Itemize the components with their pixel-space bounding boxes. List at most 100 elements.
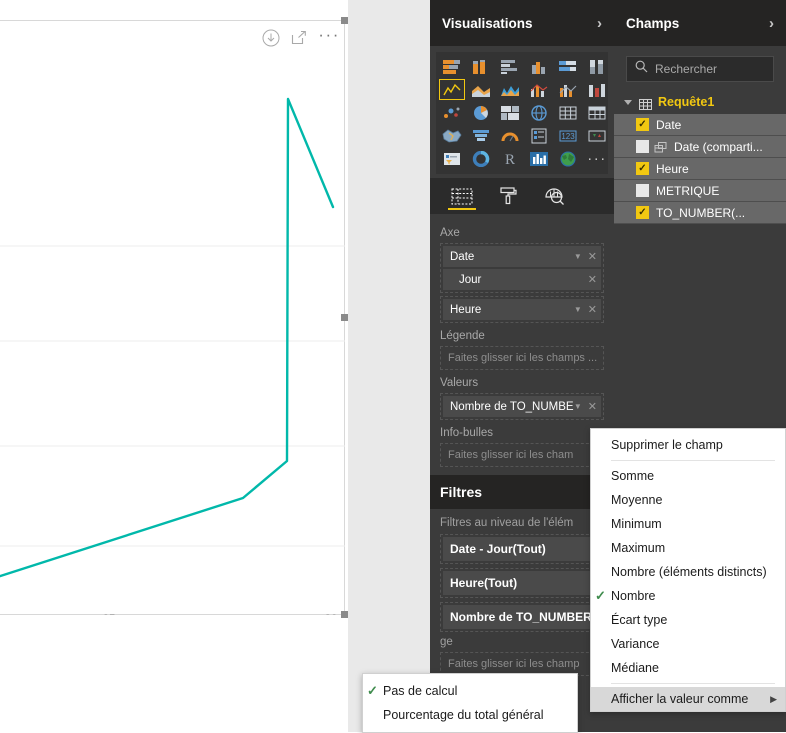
submenu-item-pourcentage-du-total-general[interactable]: Pourcentage du total général bbox=[363, 703, 577, 727]
infobulles-well-label: Info-bulles bbox=[440, 427, 494, 439]
table-visual-icon[interactable] bbox=[555, 102, 581, 123]
menu-item-maximum[interactable]: Maximum bbox=[591, 536, 785, 560]
remove-field-icon[interactable]: ✕ bbox=[588, 273, 597, 286]
arcgis-map-visual-icon[interactable] bbox=[555, 148, 581, 169]
menu-item-ecart-type[interactable]: Écart type bbox=[591, 608, 785, 632]
menu-item-supprimer-le-champ[interactable]: Supprimer le champ bbox=[591, 433, 785, 457]
search-box[interactable] bbox=[626, 56, 774, 82]
chevron-down-icon[interactable]: ▼ bbox=[574, 252, 582, 261]
expand-triangle-icon[interactable] bbox=[624, 99, 632, 105]
tab-format[interactable] bbox=[496, 181, 520, 211]
filtre-item[interactable]: Date - Jour(Tout) bbox=[440, 534, 604, 564]
chevron-down-icon[interactable]: ▼ bbox=[574, 305, 582, 314]
infobulles-drop-placeholder[interactable]: Faites glisser ici les cham bbox=[440, 443, 604, 467]
valeurs-well[interactable]: Nombre de TO_NUMBE ▼ ✕ bbox=[440, 393, 604, 420]
filtre-chip[interactable]: Nombre de TO_NUMBER bbox=[443, 605, 601, 629]
axe-well[interactable]: Date ▼ ✕ Jour ✕ bbox=[440, 243, 604, 293]
funnel-chart-icon[interactable] bbox=[468, 125, 494, 146]
line-chart-visual[interactable]: ··· 25 30 bbox=[0, 17, 348, 618]
filtre-chip[interactable]: Heure(Tout) bbox=[443, 571, 601, 595]
hierarchy-icon bbox=[654, 141, 667, 153]
ribbon-chart-icon[interactable] bbox=[584, 79, 610, 100]
field-checkbox[interactable]: ✓ bbox=[636, 206, 649, 219]
100-percent-stacked-column-chart-icon[interactable] bbox=[584, 56, 610, 77]
menu-item-variance[interactable]: Variance bbox=[591, 632, 785, 656]
field-context-menu: Supprimer le champ Somme Moyenne Minimum… bbox=[590, 428, 786, 712]
filtre-item[interactable]: Heure(Tout) bbox=[440, 568, 604, 598]
python-visual-icon[interactable] bbox=[526, 148, 552, 169]
field-row-date-hierarchy[interactable]: Date (comparti... bbox=[614, 136, 786, 158]
field-checkbox[interactable]: ✓ bbox=[636, 118, 649, 131]
line-chart-icon[interactable] bbox=[439, 79, 465, 100]
resize-handle-bottom-right[interactable] bbox=[341, 611, 348, 618]
chevron-down-icon[interactable]: ▼ bbox=[574, 402, 582, 411]
search-input[interactable] bbox=[655, 62, 765, 76]
valeurs-field-chip[interactable]: Nombre de TO_NUMBE ▼ ✕ bbox=[443, 396, 601, 417]
matrix-visual-icon[interactable] bbox=[584, 102, 610, 123]
r-script-visual-icon[interactable]: R bbox=[497, 148, 523, 169]
field-row-to-number[interactable]: ✓ TO_NUMBER(... bbox=[614, 202, 786, 224]
filtre-item[interactable]: Nombre de TO_NUMBER bbox=[440, 602, 604, 632]
menu-item-nombre-elements-distincts[interactable]: Nombre (éléments distincts) bbox=[591, 560, 785, 584]
axe-well-secondary[interactable]: Heure ▼ ✕ bbox=[440, 296, 604, 323]
visual-type-gallery: 123 R ··· bbox=[436, 52, 608, 174]
menu-separator bbox=[611, 460, 775, 461]
table-node-requete1[interactable]: Requête1 bbox=[614, 90, 786, 114]
field-label: TO_NUMBER(... bbox=[656, 205, 746, 220]
submenu-item-pas-de-calcul[interactable]: ✓ Pas de calcul bbox=[363, 679, 577, 703]
treemap-chart-icon[interactable] bbox=[497, 102, 523, 123]
menu-item-minimum[interactable]: Minimum bbox=[591, 512, 785, 536]
chevron-right-icon[interactable]: › bbox=[769, 15, 774, 32]
card-visual-icon[interactable]: 123 bbox=[555, 125, 581, 146]
scatter-chart-icon[interactable] bbox=[439, 102, 465, 123]
field-checkbox[interactable] bbox=[636, 184, 649, 197]
resize-handle-middle-right[interactable] bbox=[341, 313, 348, 321]
resize-handle-top-right[interactable] bbox=[341, 17, 348, 24]
gauge-chart-icon[interactable] bbox=[497, 125, 523, 146]
remove-field-icon[interactable]: ✕ bbox=[588, 400, 597, 413]
field-checkbox[interactable]: ✓ bbox=[636, 162, 649, 175]
field-row-metrique[interactable]: METRIQUE bbox=[614, 180, 786, 202]
menu-item-somme[interactable]: Somme bbox=[591, 464, 785, 488]
remove-field-icon[interactable]: ✕ bbox=[588, 303, 597, 316]
legende-drop-placeholder[interactable]: Faites glisser ici les champs ... bbox=[440, 346, 604, 370]
line-stacked-column-chart-icon[interactable] bbox=[526, 79, 552, 100]
menu-item-mediane[interactable]: Médiane bbox=[591, 656, 785, 680]
data-line bbox=[0, 97, 335, 578]
stacked-column-chart-icon[interactable] bbox=[468, 56, 494, 77]
clustered-column-chart-icon[interactable] bbox=[526, 56, 552, 77]
donut-chart-icon[interactable] bbox=[468, 148, 494, 169]
menu-item-afficher-la-valeur-comme[interactable]: Afficher la valeur comme ▶ bbox=[591, 687, 785, 711]
more-visuals-icon[interactable]: ··· bbox=[584, 148, 610, 169]
filled-map-visual-icon[interactable] bbox=[439, 125, 465, 146]
focus-mode-icon[interactable] bbox=[290, 29, 308, 47]
axe-field-chip[interactable]: Date ▼ ✕ bbox=[443, 246, 601, 267]
axe-field-chip[interactable]: Heure ▼ ✕ bbox=[443, 299, 601, 320]
remove-field-icon[interactable]: ✕ bbox=[588, 250, 597, 263]
champs-title: Champs bbox=[626, 15, 680, 31]
tab-analytics[interactable] bbox=[542, 181, 566, 211]
menu-item-nombre[interactable]: ✓ Nombre bbox=[591, 584, 785, 608]
tab-fields[interactable] bbox=[448, 181, 476, 211]
axe-subfield-chip[interactable]: Jour ✕ bbox=[443, 269, 601, 290]
slicer-visual-icon[interactable] bbox=[439, 148, 465, 169]
filtre-chip[interactable]: Date - Jour(Tout) bbox=[443, 537, 601, 561]
stacked-area-chart-icon[interactable] bbox=[497, 79, 523, 100]
clustered-bar-chart-icon[interactable] bbox=[497, 56, 523, 77]
more-options-icon[interactable]: ··· bbox=[318, 26, 340, 46]
area-chart-icon[interactable] bbox=[468, 79, 494, 100]
field-checkbox[interactable] bbox=[636, 140, 649, 153]
pie-chart-icon[interactable] bbox=[468, 102, 494, 123]
field-row-date[interactable]: ✓ Date bbox=[614, 114, 786, 136]
visualisations-tabs bbox=[430, 178, 614, 214]
multi-row-card-icon[interactable] bbox=[526, 125, 552, 146]
kpi-visual-icon[interactable] bbox=[584, 125, 610, 146]
chevron-right-icon[interactable]: › bbox=[597, 15, 602, 32]
field-row-heure[interactable]: ✓ Heure bbox=[614, 158, 786, 180]
menu-item-moyenne[interactable]: Moyenne bbox=[591, 488, 785, 512]
map-visual-icon[interactable] bbox=[526, 102, 552, 123]
download-icon[interactable] bbox=[262, 29, 280, 47]
stacked-bar-chart-icon[interactable] bbox=[439, 56, 465, 77]
100-percent-stacked-bar-chart-icon[interactable] bbox=[555, 56, 581, 77]
line-clustered-column-chart-icon[interactable] bbox=[555, 79, 581, 100]
